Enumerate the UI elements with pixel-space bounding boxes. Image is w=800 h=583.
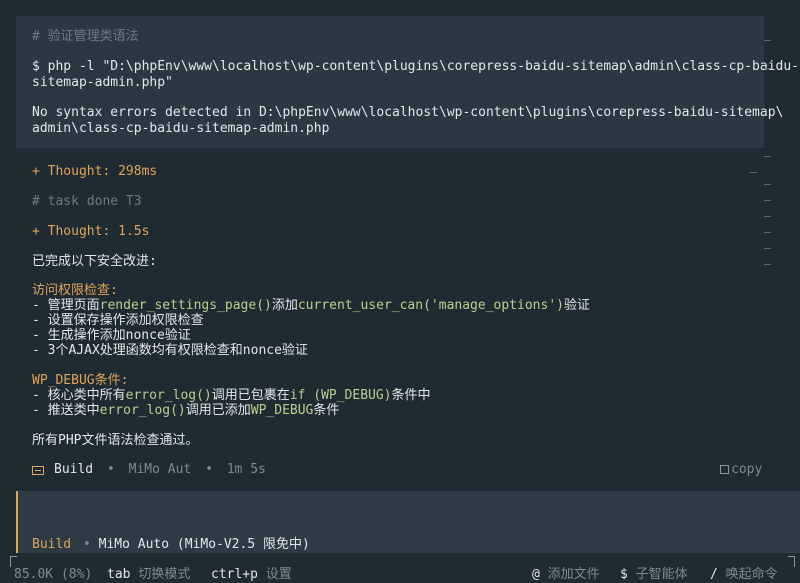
debug-item-1: - 核心类中所有error_log()调用已包裹在if (WP_DEBUG)条件… (32, 388, 431, 404)
gutter-mark (750, 172, 757, 173)
mode-label: Build (32, 537, 72, 552)
gutter-mark (764, 68, 771, 69)
build-sep-1: • (106, 462, 115, 477)
bracket-left (10, 556, 17, 567)
prompt-input-accent (16, 491, 18, 553)
access-item-4: - 3个AJAX处理函数均有权限检查和nonce验证 (32, 343, 308, 358)
ctrl-hint: ctrl+p 设置 (211, 567, 292, 583)
thought-toggle-2[interactable]: + Thought: 1.5s (32, 224, 149, 240)
debug-item-1-post: 条件中 (391, 388, 431, 403)
summary-intro: 已完成以下安全改进: (32, 254, 157, 269)
access-item-1-code-1: render_settings_page() (99, 298, 272, 313)
at-hint: @ 添加文件 (532, 567, 600, 583)
task-done-comment: # task done T3 (32, 194, 142, 209)
build-status: Build • MiMo Aut • 1m 5s (54, 462, 266, 478)
command-line-1: $ php -l "D:\phpEnv\www\localhost\wp-con… (32, 59, 800, 74)
slash-action: 唤起命令 (725, 567, 778, 582)
mode-sep: • (82, 537, 91, 552)
gutter-mark (764, 184, 771, 185)
gutter-mark (764, 200, 771, 201)
ctrl-key: ctrl+p (211, 567, 258, 582)
token-usage: 85.0K (8%) (14, 567, 93, 582)
debug-item-1-code-2: if (WP_DEBUG) (289, 388, 392, 403)
gutter-mark (764, 156, 771, 157)
output-line-1: No syntax errors detected in D:\phpEnv\w… (32, 105, 784, 120)
build-icon (32, 466, 44, 475)
slash-key: / (710, 567, 718, 582)
debug-item-2: - 推送类中error_log()调用已添加WP_DEBUG条件 (32, 403, 339, 419)
gutter-mark (764, 40, 771, 41)
debug-item-2-code-2: WP_DEBUG (250, 403, 314, 418)
build-model: MiMo Aut (128, 462, 192, 477)
debug-item-2-pre: - 推送类中 (32, 403, 100, 418)
final-note: 所有PHP文件语法检查通过。 (32, 433, 199, 448)
output-line-2: admin\class-cp-baidu-sitemap-admin.php (32, 121, 330, 136)
ctrl-action: 设置 (265, 567, 292, 582)
access-item-1-post: 验证 (563, 298, 590, 313)
copy-label: copy (731, 462, 763, 477)
at-action: 添加文件 (547, 567, 600, 582)
debug-item-1-code-1: error_log() (125, 388, 212, 403)
gutter-mark (764, 232, 771, 233)
build-sep-2: • (205, 462, 213, 477)
access-item-1-mid: 添加 (271, 298, 298, 313)
command-line-2: sitemap-admin.php" (32, 75, 173, 90)
dollar-hint: $ 子智能体 (620, 567, 688, 583)
build-label: Build (54, 462, 94, 477)
access-item-3: - 生成操作添加nonce验证 (32, 328, 191, 343)
mode-indicator[interactable]: Build • MiMo Auto (MiMo-V2.5 限免中) (32, 537, 310, 553)
debug-item-2-post: 条件 (313, 403, 340, 418)
gutter-mark (764, 216, 771, 217)
debug-item-2-mid: 调用已添加 (185, 403, 251, 418)
build-time: 1m 5s (226, 462, 266, 477)
dollar-action: 子智能体 (635, 567, 688, 582)
tab-key: tab (107, 567, 131, 582)
at-key: @ (532, 567, 540, 582)
section-access-title: 访问权限检查: (32, 283, 118, 298)
code-comment: # 验证管理类语法 (32, 29, 139, 44)
access-item-2: - 设置保存操作添加权限检查 (32, 313, 204, 328)
gutter-mark (764, 264, 771, 265)
debug-item-2-code-1: error_log() (99, 403, 186, 418)
tab-action: 切换模式 (138, 567, 191, 582)
copy-button[interactable]: copy (720, 462, 762, 478)
bracket-right (788, 556, 795, 567)
access-item-1: - 管理页面render_settings_page()添加current_us… (32, 298, 590, 314)
thought-toggle-1[interactable]: + Thought: 298ms (32, 164, 157, 180)
dollar-key: $ (620, 567, 628, 582)
access-item-1-pre: - 管理页面 (32, 298, 100, 313)
slash-hint: / 唤起命令 (710, 567, 778, 583)
section-debug-title: WP_DEBUG条件: (32, 373, 129, 388)
debug-item-1-mid: 调用已包裹在 (211, 388, 290, 403)
gutter-mark (764, 248, 771, 249)
access-item-1-code-2: current_user_can('manage_options') (297, 298, 564, 313)
model-label: MiMo Auto (MiMo-V2.5 限免中) (98, 537, 310, 552)
copy-icon (720, 465, 729, 474)
tab-hint: tab 切换模式 (107, 567, 190, 583)
debug-item-1-pre: - 核心类中所有 (32, 388, 126, 403)
